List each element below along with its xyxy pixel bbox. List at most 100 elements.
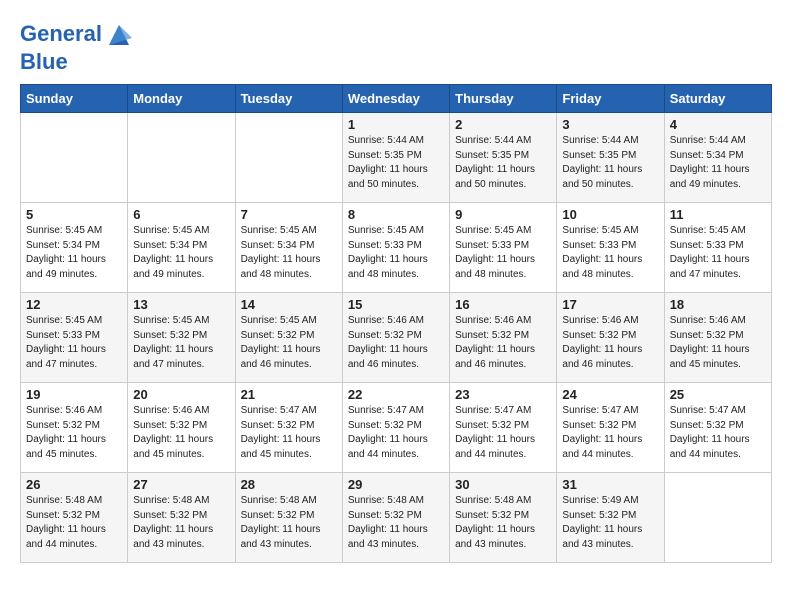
day-number: 13 <box>133 297 229 312</box>
day-info: Sunrise: 5:45 AM Sunset: 5:34 PM Dayligh… <box>26 224 122 282</box>
day-info: Sunrise: 5:48 AM Sunset: 5:32 PM Dayligh… <box>455 494 551 552</box>
day-number: 14 <box>241 297 337 312</box>
day-number: 26 <box>26 477 122 492</box>
day-number: 1 <box>348 117 444 132</box>
day-info: Sunrise: 5:44 AM Sunset: 5:35 PM Dayligh… <box>348 134 444 192</box>
day-info: Sunrise: 5:49 AM Sunset: 5:32 PM Dayligh… <box>562 494 658 552</box>
calendar-cell <box>664 473 771 563</box>
calendar-cell: 19 Sunrise: 5:46 AM Sunset: 5:32 PM Dayli… <box>21 383 128 473</box>
day-info: Sunrise: 5:45 AM Sunset: 5:33 PM Dayligh… <box>562 224 658 282</box>
day-info: Sunrise: 5:48 AM Sunset: 5:32 PM Dayligh… <box>348 494 444 552</box>
day-number: 11 <box>670 207 766 222</box>
calendar-cell: 12Sunrise: 5:45 AM Sunset: 5:33 PM Dayli… <box>21 293 128 383</box>
day-info: Sunrise: 5:46 AM Sunset: 5:32 PM Dayligh… <box>455 314 551 372</box>
calendar-cell: 6Sunrise: 5:45 AM Sunset: 5:34 PM Daylig… <box>128 203 235 293</box>
day-number: 30 <box>455 477 551 492</box>
day-number: 31 <box>562 477 658 492</box>
col-header-monday: Monday <box>128 85 235 113</box>
calendar-cell: 14 Sunrise: 5:45 AM Sunset: 5:32 PM Dayli… <box>235 293 342 383</box>
col-header-sunday: Sunday <box>21 85 128 113</box>
day-info: Sunrise: 5:47 AM Sunset: 5:32 PM Dayligh… <box>348 404 444 462</box>
calendar-cell: 9 Sunrise: 5:45 AM Sunset: 5:33 PM Daylig… <box>450 203 557 293</box>
logo-text: GeneralBlue <box>20 20 134 74</box>
day-info: Sunrise: 5:46 AM Sunset: 5:32 PM Dayligh… <box>562 314 658 372</box>
calendar-table: SundayMondayTuesdayWednesdayThursdayFrid… <box>20 84 772 563</box>
day-number: 9 <box>455 207 551 222</box>
calendar-cell: 28 Sunrise: 5:48 AM Sunset: 5:32 PM Dayli… <box>235 473 342 563</box>
calendar-cell: 23 Sunrise: 5:47 AM Sunset: 5:32 PM Dayli… <box>450 383 557 473</box>
col-header-wednesday: Wednesday <box>342 85 449 113</box>
calendar-cell: 1 Sunrise: 5:44 AM Sunset: 5:35 PM Daylig… <box>342 113 449 203</box>
calendar-cell: 8Sunrise: 5:45 AM Sunset: 5:33 PM Daylig… <box>342 203 449 293</box>
day-number: 22 <box>348 387 444 402</box>
col-header-saturday: Saturday <box>664 85 771 113</box>
day-number: 27 <box>133 477 229 492</box>
calendar-cell <box>21 113 128 203</box>
calendar-week-row: 12Sunrise: 5:45 AM Sunset: 5:33 PM Dayli… <box>21 293 772 383</box>
calendar-cell: 22 Sunrise: 5:47 AM Sunset: 5:32 PM Dayli… <box>342 383 449 473</box>
day-number: 16 <box>455 297 551 312</box>
calendar-cell: 18 Sunrise: 5:46 AM Sunset: 5:32 PM Dayli… <box>664 293 771 383</box>
calendar-cell: 5 Sunrise: 5:45 AM Sunset: 5:34 PM Daylig… <box>21 203 128 293</box>
col-header-friday: Friday <box>557 85 664 113</box>
day-number: 5 <box>26 207 122 222</box>
day-number: 10 <box>562 207 658 222</box>
day-info: Sunrise: 5:45 AM Sunset: 5:34 PM Dayligh… <box>241 224 337 282</box>
calendar-cell: 3 Sunrise: 5:44 AM Sunset: 5:35 PM Daylig… <box>557 113 664 203</box>
day-number: 19 <box>26 387 122 402</box>
calendar-cell <box>128 113 235 203</box>
day-info: Sunrise: 5:44 AM Sunset: 5:35 PM Dayligh… <box>562 134 658 192</box>
day-info: Sunrise: 5:45 AM Sunset: 5:33 PM Dayligh… <box>455 224 551 282</box>
day-number: 7 <box>241 207 337 222</box>
calendar-cell: 10 Sunrise: 5:45 AM Sunset: 5:33 PM Dayli… <box>557 203 664 293</box>
calendar-cell: 17 Sunrise: 5:46 AM Sunset: 5:32 PM Dayli… <box>557 293 664 383</box>
calendar-cell <box>235 113 342 203</box>
page-header: GeneralBlue <box>20 20 772 74</box>
day-info: Sunrise: 5:46 AM Sunset: 5:32 PM Dayligh… <box>670 314 766 372</box>
calendar-week-row: 5 Sunrise: 5:45 AM Sunset: 5:34 PM Daylig… <box>21 203 772 293</box>
calendar-cell: 11 Sunrise: 5:45 AM Sunset: 5:33 PM Dayli… <box>664 203 771 293</box>
day-info: Sunrise: 5:47 AM Sunset: 5:32 PM Dayligh… <box>455 404 551 462</box>
calendar-header-row: SundayMondayTuesdayWednesdayThursdayFrid… <box>21 85 772 113</box>
calendar-week-row: 1 Sunrise: 5:44 AM Sunset: 5:35 PM Daylig… <box>21 113 772 203</box>
day-info: Sunrise: 5:48 AM Sunset: 5:32 PM Dayligh… <box>26 494 122 552</box>
calendar-week-row: 19 Sunrise: 5:46 AM Sunset: 5:32 PM Dayli… <box>21 383 772 473</box>
day-number: 29 <box>348 477 444 492</box>
calendar-cell: 13 Sunrise: 5:45 AM Sunset: 5:32 PM Dayli… <box>128 293 235 383</box>
day-info: Sunrise: 5:45 AM Sunset: 5:34 PM Dayligh… <box>133 224 229 282</box>
calendar-cell: 21Sunrise: 5:47 AM Sunset: 5:32 PM Dayli… <box>235 383 342 473</box>
day-info: Sunrise: 5:46 AM Sunset: 5:32 PM Dayligh… <box>133 404 229 462</box>
day-info: Sunrise: 5:45 AM Sunset: 5:33 PM Dayligh… <box>26 314 122 372</box>
day-info: Sunrise: 5:45 AM Sunset: 5:32 PM Dayligh… <box>133 314 229 372</box>
day-info: Sunrise: 5:45 AM Sunset: 5:32 PM Dayligh… <box>241 314 337 372</box>
logo: GeneralBlue <box>20 20 134 74</box>
col-header-thursday: Thursday <box>450 85 557 113</box>
calendar-cell: 24Sunrise: 5:47 AM Sunset: 5:32 PM Dayli… <box>557 383 664 473</box>
calendar-week-row: 26 Sunrise: 5:48 AM Sunset: 5:32 PM Dayli… <box>21 473 772 563</box>
day-info: Sunrise: 5:47 AM Sunset: 5:32 PM Dayligh… <box>562 404 658 462</box>
day-info: Sunrise: 5:48 AM Sunset: 5:32 PM Dayligh… <box>241 494 337 552</box>
calendar-cell: 26 Sunrise: 5:48 AM Sunset: 5:32 PM Dayli… <box>21 473 128 563</box>
day-number: 3 <box>562 117 658 132</box>
day-number: 17 <box>562 297 658 312</box>
day-number: 15 <box>348 297 444 312</box>
day-info: Sunrise: 5:48 AM Sunset: 5:32 PM Dayligh… <box>133 494 229 552</box>
day-number: 28 <box>241 477 337 492</box>
col-header-tuesday: Tuesday <box>235 85 342 113</box>
calendar-cell: 15Sunrise: 5:46 AM Sunset: 5:32 PM Dayli… <box>342 293 449 383</box>
calendar-cell: 2Sunrise: 5:44 AM Sunset: 5:35 PM Daylig… <box>450 113 557 203</box>
day-info: Sunrise: 5:45 AM Sunset: 5:33 PM Dayligh… <box>670 224 766 282</box>
day-info: Sunrise: 5:46 AM Sunset: 5:32 PM Dayligh… <box>26 404 122 462</box>
calendar-cell: 30 Sunrise: 5:48 AM Sunset: 5:32 PM Dayli… <box>450 473 557 563</box>
calendar-cell: 16 Sunrise: 5:46 AM Sunset: 5:32 PM Dayli… <box>450 293 557 383</box>
day-number: 23 <box>455 387 551 402</box>
calendar-cell: 25Sunrise: 5:47 AM Sunset: 5:32 PM Dayli… <box>664 383 771 473</box>
calendar-cell: 27 Sunrise: 5:48 AM Sunset: 5:32 PM Dayli… <box>128 473 235 563</box>
day-info: Sunrise: 5:45 AM Sunset: 5:33 PM Dayligh… <box>348 224 444 282</box>
calendar-cell: 20Sunrise: 5:46 AM Sunset: 5:32 PM Dayli… <box>128 383 235 473</box>
calendar-cell: 7 Sunrise: 5:45 AM Sunset: 5:34 PM Daylig… <box>235 203 342 293</box>
day-number: 25 <box>670 387 766 402</box>
day-number: 18 <box>670 297 766 312</box>
day-info: Sunrise: 5:44 AM Sunset: 5:34 PM Dayligh… <box>670 134 766 192</box>
day-info: Sunrise: 5:47 AM Sunset: 5:32 PM Dayligh… <box>241 404 337 462</box>
